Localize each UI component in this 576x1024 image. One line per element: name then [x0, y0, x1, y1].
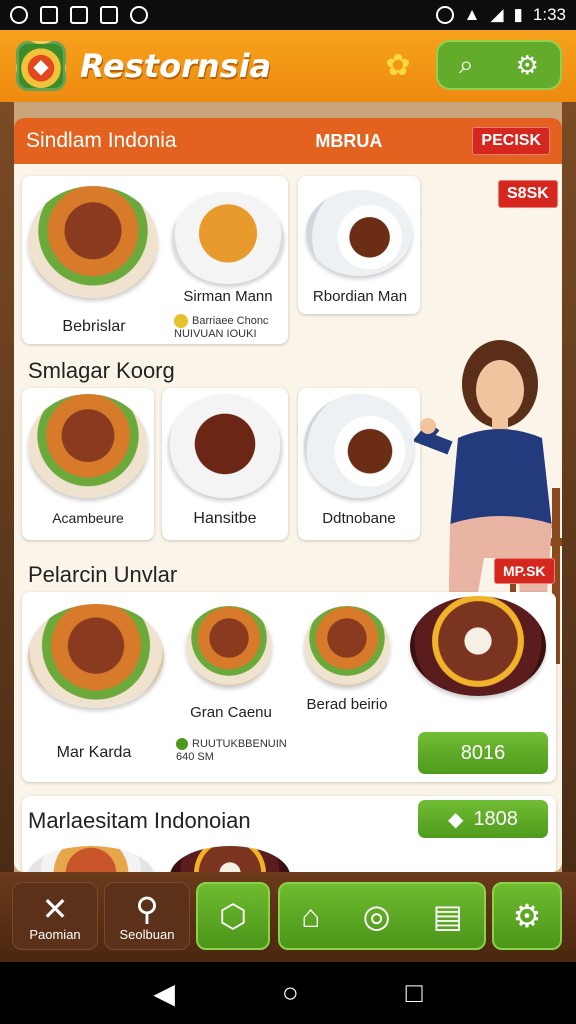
dish-image[interactable] [410, 596, 546, 696]
menu-card: Sindlam Indonia MBRUA PECISK Bebrislar S… [14, 118, 562, 872]
dish-note: RUUTUKBBENUIN 640 SM [176, 738, 287, 763]
dish-image[interactable] [304, 394, 414, 498]
order-button[interactable]: 8016 [418, 732, 548, 774]
dish-image[interactable] [172, 192, 284, 284]
section-title: Smlagar Koorg [28, 358, 175, 383]
nav-search-button[interactable]: ⚲ Seolbuan [104, 882, 190, 950]
nav-group: ⌂ ◎ ▤ [278, 882, 486, 950]
dish-image[interactable] [28, 604, 164, 708]
nav-settings-button[interactable]: ⚙ [492, 882, 562, 950]
dish-image[interactable] [28, 186, 158, 298]
utensils-icon: ✕ [41, 890, 69, 927]
dish-label[interactable]: Sirman Mann [164, 288, 292, 305]
settings-icon: ⚙ [512, 898, 542, 934]
battery-icon: ▮ [513, 5, 523, 24]
home-icon[interactable]: ⌂ [301, 898, 320, 934]
dish-label[interactable]: Ddtnobane [298, 510, 420, 527]
clock-text: 1:33 [532, 5, 566, 24]
wifi-icon: ▲ [463, 5, 481, 24]
dish-note: Barriaee Chonc NUIVUAN IOUKI [174, 314, 269, 340]
photo-notification-icon [100, 6, 118, 24]
tag-icon: ◆ [448, 808, 464, 831]
search-icon[interactable]: ⌕ [459, 49, 474, 81]
list-icon[interactable]: ▤ [433, 898, 463, 934]
clock-notification-icon [10, 6, 28, 24]
menu-header-title: Sindlam Indonia [26, 129, 177, 152]
settings-icon[interactable]: ✿ [380, 48, 416, 84]
status-bar: ▲ ◢ ▮ 1:33 [0, 0, 576, 30]
home-circle-icon[interactable]: ○ [282, 977, 299, 1009]
section-title: Marlaesitam Indonoian [28, 808, 251, 833]
nav-box-button[interactable]: ⬡ [196, 882, 270, 950]
coin-icon [174, 314, 188, 328]
image-notification-icon [70, 6, 88, 24]
dish-label[interactable]: Mar Karda [34, 744, 154, 762]
dish-image[interactable] [306, 190, 412, 276]
signal-icon: ◢ [490, 5, 504, 24]
nav-menu-button[interactable]: ✕ Paomian [12, 882, 98, 950]
dish-image[interactable] [304, 606, 390, 686]
header-action-group: ⌕ ⚙ [436, 40, 562, 90]
restaurant-background [562, 102, 576, 872]
order-button[interactable]: ◆ 1808 [418, 800, 548, 838]
section-title: Pelarcin Unvlar [28, 562, 178, 587]
dish-label[interactable]: Gran Caenu [176, 704, 286, 721]
alarm-icon [435, 6, 454, 24]
restaurant-background [0, 102, 14, 872]
search-icon: ⚲ [135, 890, 159, 927]
price-badge[interactable]: MP.SK [494, 558, 555, 584]
menu-header-middle[interactable]: MBRUA [315, 131, 382, 152]
dish-label[interactable]: Berad beirio [290, 696, 404, 713]
phone-notification-icon [40, 6, 58, 24]
dish-image[interactable] [186, 606, 272, 686]
status-dot-icon [176, 738, 188, 751]
nav-label: Paomian [29, 926, 81, 942]
dish-image[interactable] [28, 394, 148, 498]
chat-notification-icon [130, 6, 148, 24]
dish-label[interactable]: Hansitbe [164, 510, 286, 528]
bottom-nav: ✕ Paomian ⚲ Seolbuan ⬡ ⌂ ◎ ▤ ⚙ [0, 872, 576, 962]
price-badge[interactable]: PECISK [472, 127, 550, 155]
back-icon[interactable]: ◀ [153, 977, 175, 1010]
box-icon: ⬡ [219, 898, 247, 934]
dish-label[interactable]: Acambeure [24, 510, 152, 526]
app-title: Restornsia [80, 47, 272, 85]
app-bar: ◆ Restornsia ✿ ⌕ ⚙ [0, 30, 576, 102]
recents-icon[interactable]: □ [406, 977, 423, 1009]
gear-icon[interactable]: ⚙ [516, 50, 539, 81]
chat-icon[interactable]: ◎ [363, 898, 391, 934]
dish-image[interactable] [168, 394, 282, 498]
app-logo: ◆ [16, 41, 66, 91]
price-badge[interactable]: S8SK [498, 180, 558, 208]
nav-label: Seolbuan [119, 926, 175, 942]
dish-label[interactable]: Bebrislar [34, 318, 154, 336]
dish-label[interactable]: Rbordian Man [300, 288, 420, 305]
menu-header: Sindlam Indonia MBRUA PECISK [14, 118, 562, 164]
system-navigation-bar: ◀ ○ □ [0, 962, 576, 1024]
